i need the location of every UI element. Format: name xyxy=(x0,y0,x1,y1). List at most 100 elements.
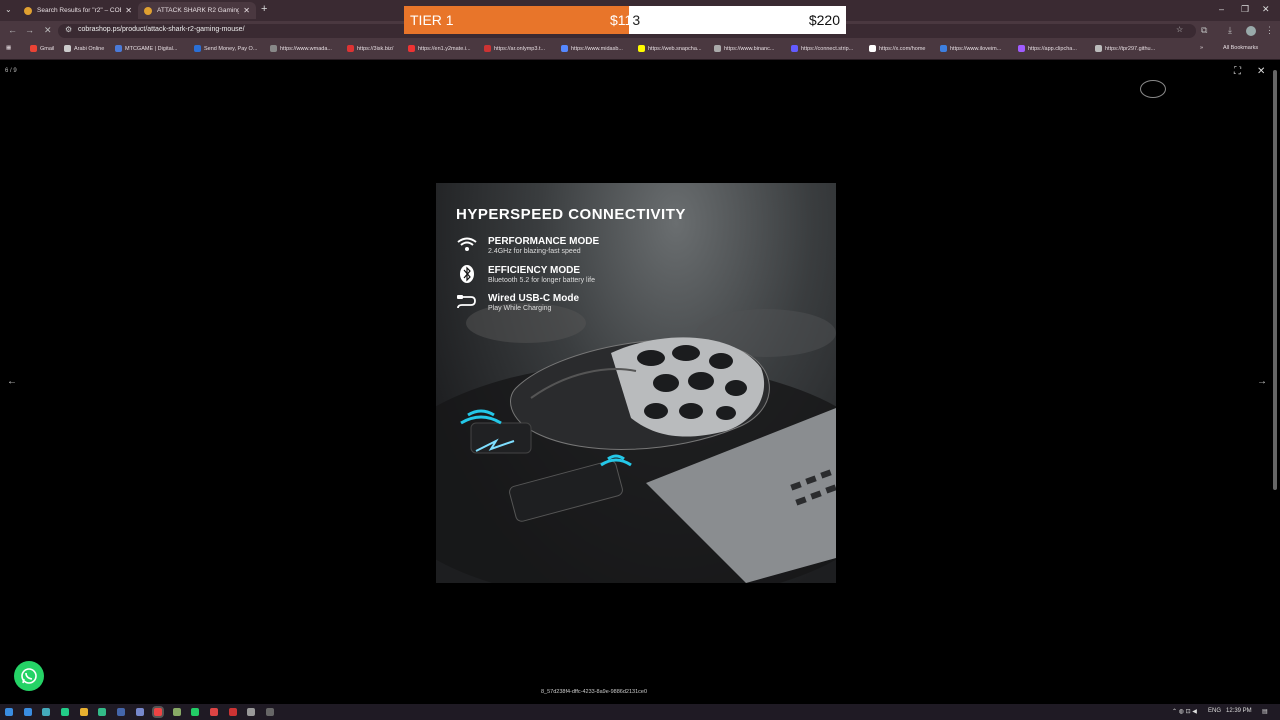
bookmark-item[interactable]: MTCGAME | Digital... xyxy=(115,45,177,52)
bookmark-label: https://www.binanc... xyxy=(724,45,775,52)
start-menu-icon[interactable] xyxy=(5,708,13,716)
close-viewer-icon[interactable]: ✕ xyxy=(1257,66,1265,77)
bookmark-favicon-icon xyxy=(714,45,721,52)
close-window-icon[interactable]: ✕ xyxy=(1262,4,1270,15)
whatsapp-taskbar-icon[interactable] xyxy=(191,708,199,716)
fullscreen-icon[interactable]: ⛶ xyxy=(1234,66,1241,77)
bookmark-label: Arabi Online xyxy=(74,45,105,52)
notifications-icon[interactable]: ▤ xyxy=(1262,708,1268,715)
new-tab-button[interactable]: + xyxy=(261,3,267,15)
bookmark-label: https://web.snapcha... xyxy=(648,45,702,52)
more-bookmarks-icon[interactable]: » xyxy=(1200,45,1203,51)
tab-search-results[interactable]: Search Results for "r2" – COBRA ✕ xyxy=(18,2,138,19)
bookmark-item[interactable]: Gmail xyxy=(30,45,54,52)
app-icon[interactable] xyxy=(173,708,181,716)
app-icon[interactable] xyxy=(98,708,106,716)
edge-icon[interactable] xyxy=(42,708,50,716)
bookmark-item[interactable]: Send Money, Pay O... xyxy=(194,45,257,52)
bookmark-label: https://en1.y2mate.i... xyxy=(418,45,471,52)
bookmark-item[interactable]: https://ar.onlymp3.t... xyxy=(484,45,545,52)
bookmark-favicon-icon xyxy=(30,45,37,52)
bookmark-label: https://ar.onlymp3.t... xyxy=(494,45,546,52)
app-icon[interactable] xyxy=(136,708,144,716)
bookmark-label: https://connect.strip... xyxy=(801,45,854,52)
restore-icon[interactable]: ❐ xyxy=(1241,4,1249,15)
bookmark-label: https://app.clipcha... xyxy=(1028,45,1077,52)
feature-wired-mode: Wired USB-C Mode Play While Charging xyxy=(456,293,579,313)
file-explorer-icon[interactable] xyxy=(80,708,88,716)
bookmark-item[interactable]: https://en1.y2mate.i... xyxy=(408,45,471,52)
forward-icon[interactable]: → xyxy=(25,25,34,35)
bookmark-item[interactable]: https://www.iloveim... xyxy=(940,45,1001,52)
clock[interactable]: 12:39 PM xyxy=(1226,708,1252,714)
bookmark-item[interactable]: https://tpr297.githu... xyxy=(1095,45,1155,52)
whatsapp-icon xyxy=(21,668,37,684)
app-icon[interactable] xyxy=(229,708,237,716)
bookmark-star-icon[interactable]: ☆ xyxy=(1176,25,1183,34)
product-image: HYPERSPEED CONNECTIVITY PERFORMANCE MODE… xyxy=(436,183,836,583)
bookmark-item[interactable]: https://www.wmada... xyxy=(270,45,332,52)
bookmark-label: Gmail xyxy=(40,45,55,52)
feature-title: EFFICIENCY MODE xyxy=(488,265,581,276)
bookmark-favicon-icon xyxy=(64,45,71,52)
bookmark-favicon-icon xyxy=(484,45,491,52)
next-image-arrow-icon[interactable]: → xyxy=(1257,376,1267,387)
search-icon[interactable] xyxy=(24,708,32,716)
image-counter: 6 / 9 xyxy=(5,68,17,74)
scrollbar[interactable] xyxy=(1273,70,1277,490)
chrome-icon[interactable] xyxy=(154,708,162,716)
close-tab-icon[interactable]: ✕ xyxy=(243,6,250,15)
bookmark-favicon-icon xyxy=(791,45,798,52)
tray-icons[interactable]: ⌃ ◍ ⊡ ◀ xyxy=(1172,708,1197,715)
bookmark-favicon-icon xyxy=(347,45,354,52)
bookmark-favicon-icon xyxy=(1018,45,1025,52)
back-icon[interactable]: ← xyxy=(8,25,17,35)
store-icon[interactable] xyxy=(61,708,69,716)
tab-search-icon[interactable]: ⌄ xyxy=(5,5,12,14)
menu-icon[interactable]: ⋮ xyxy=(1265,25,1274,36)
bookmark-item[interactable]: Arabi Online xyxy=(64,45,104,52)
close-tab-icon[interactable]: ✕ xyxy=(125,6,132,15)
windows-taskbar: ⌃ ◍ ⊡ ◀ ENG 12:39 PM ▤ xyxy=(0,704,1280,720)
url-text[interactable]: cobrashop.ps/product/attack-shark-r2-gam… xyxy=(78,26,245,33)
bookmark-item[interactable]: https://3isk.biz/ xyxy=(347,45,393,52)
app-icon[interactable] xyxy=(266,708,274,716)
app-icon[interactable] xyxy=(117,708,125,716)
whatsapp-chat-button[interactable] xyxy=(14,661,44,691)
bluetooth-icon xyxy=(456,265,480,283)
bookmark-item[interactable]: https://web.snapcha... xyxy=(638,45,702,52)
bookmark-favicon-icon xyxy=(940,45,947,52)
bookmark-item[interactable]: https://www.binanc... xyxy=(714,45,774,52)
feature-subtitle: 2.4GHz for blazing-fast speed xyxy=(488,248,581,255)
stop-loading-icon[interactable]: ✕ xyxy=(44,25,52,36)
tier-label: TIER 1 xyxy=(410,12,454,28)
tab-product[interactable]: ATTACK SHARK R2 Gaming Mo ✕ xyxy=(138,2,256,19)
usb-c-cable-icon xyxy=(456,293,480,309)
bookmark-favicon-icon xyxy=(194,45,201,52)
site-info-icon[interactable]: ⚙ xyxy=(65,25,72,34)
previous-image-arrow-icon[interactable]: ← xyxy=(7,376,17,387)
bookmark-favicon-icon xyxy=(638,45,645,52)
app-icon[interactable] xyxy=(247,708,255,716)
feature-subtitle: Play While Charging xyxy=(488,305,552,312)
extensions-icon[interactable]: ⧉ xyxy=(1201,25,1207,36)
bookmark-item[interactable]: https://www.midasb... xyxy=(561,45,623,52)
all-bookmarks-button[interactable]: All Bookmarks xyxy=(1223,45,1258,51)
download-icon[interactable]: ⤓ xyxy=(1228,25,1232,36)
tier-current-amount: $113 xyxy=(610,12,641,28)
product-heading: HYPERSPEED CONNECTIVITY xyxy=(456,206,686,223)
bookmark-label: MTCGAME | Digital... xyxy=(125,45,178,52)
minimize-icon[interactable]: – xyxy=(1219,4,1224,14)
bookmark-item[interactable]: https://app.clipcha... xyxy=(1018,45,1077,52)
language-indicator[interactable]: ENG xyxy=(1208,708,1221,714)
profile-avatar[interactable] xyxy=(1246,26,1256,36)
app-icon[interactable] xyxy=(210,708,218,716)
bookmark-favicon-icon xyxy=(408,45,415,52)
bookmark-item[interactable]: https://x.com/home xyxy=(869,45,925,52)
feature-subtitle: Bluetooth 5.2 for longer battery life xyxy=(488,277,596,284)
apps-icon[interactable]: ▦ xyxy=(6,45,11,51)
loading-spinner-icon xyxy=(1140,80,1166,98)
cobra-favicon-icon xyxy=(144,6,152,15)
bookmark-item[interactable]: https://connect.strip... xyxy=(791,45,853,52)
bookmark-favicon-icon xyxy=(561,45,568,52)
